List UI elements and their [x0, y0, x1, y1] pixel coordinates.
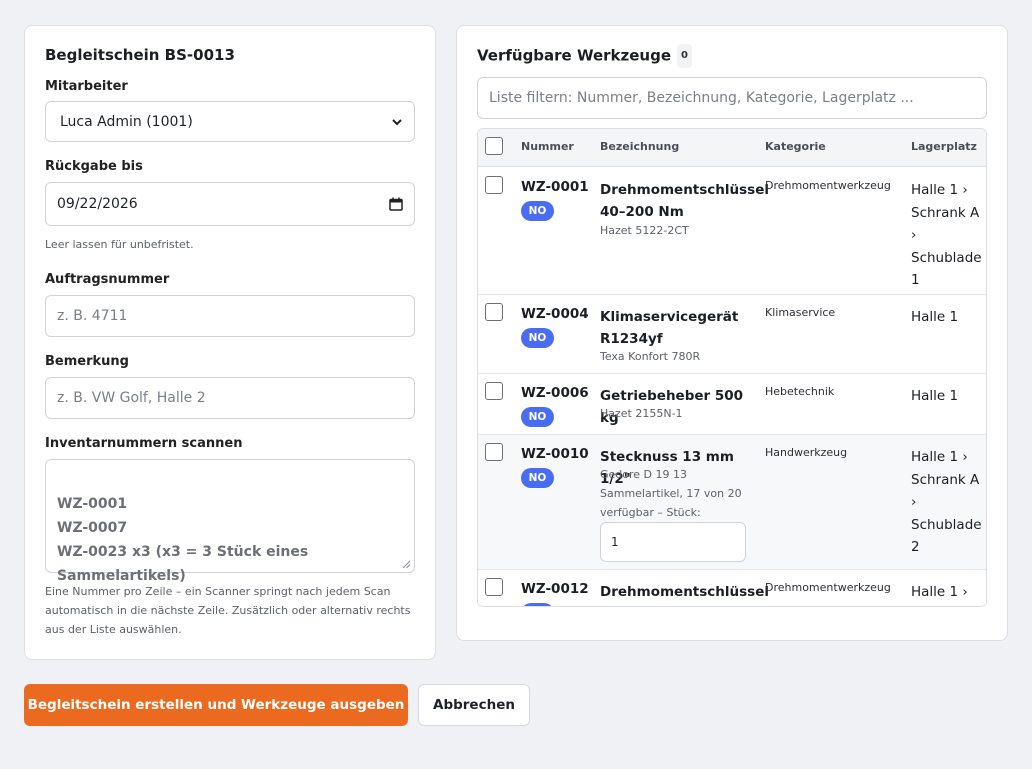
status-badge: NO	[521, 468, 554, 488]
auftrag-placeholder: z. B. 4711	[57, 308, 128, 324]
submit-button[interactable]: Begleitschein erstellen und Werkzeuge au…	[24, 684, 408, 726]
scan-hint: Eine Nummer pro Zeile – ein Scanner spri…	[45, 585, 411, 636]
rueckgabe-date-input[interactable]: 09/22/2026	[45, 182, 415, 226]
bemerkung-placeholder: z. B. VW Golf, Halle 2	[57, 390, 206, 406]
table-row[interactable]: WZ-0006 NO Getriebeheber 500 kg Hazet 21…	[478, 374, 986, 435]
quantity-value: 1	[611, 535, 619, 549]
table-row[interactable]: WZ-0012 NO Drehmomentschlüssel 5–60 Nm D…	[478, 570, 986, 606]
mitarbeiter-label: Mitarbeiter	[45, 79, 128, 94]
row-subtitle: Gedore D 19 13	[600, 468, 688, 481]
row-sammel-info: Sammelartikel, 17 von 20 verfügbar – Stü…	[600, 487, 742, 519]
calendar-icon[interactable]	[389, 197, 403, 211]
row-lagerplatz: Halle 1	[911, 388, 959, 404]
row-bezeichnung: Drehmomentschlüssel 40–200 Nm	[600, 182, 770, 220]
resize-grip-icon[interactable]	[402, 560, 411, 569]
cancel-button[interactable]: Abbrechen	[418, 684, 530, 726]
status-badge: NO	[521, 328, 554, 348]
row-subtitle: Hazet 5122-2CT	[600, 224, 689, 237]
tools-table-header: Nummer Bezeichnung Kategorie Lagerplatz	[478, 129, 986, 167]
row-bezeichnung: Klimaservicegerät R1234yf	[600, 309, 739, 347]
row-checkbox[interactable]	[485, 303, 503, 321]
bemerkung-label: Bemerkung	[45, 354, 129, 369]
row-nummer: WZ-0012	[521, 581, 589, 597]
rueckgabe-hint: Leer lassen für unbefristet.	[45, 238, 194, 251]
mitarbeiter-select[interactable]: Luca Admin (1001)	[45, 101, 415, 142]
row-nummer: WZ-0006	[521, 385, 589, 401]
table-row[interactable]: WZ-0010 NO Stecknuss 13 mm 1/2" Gedore D…	[478, 435, 986, 570]
quantity-input[interactable]: 1	[600, 522, 746, 562]
row-lagerplatz: Halle 1	[911, 309, 959, 325]
auftrag-label: Auftragsnummer	[45, 272, 170, 287]
tools-title-text: Verfügbare Werkzeuge	[477, 46, 672, 65]
status-badge: NO	[521, 603, 554, 606]
chevron-down-icon	[392, 118, 402, 125]
auftrag-input[interactable]: z. B. 4711	[45, 295, 415, 337]
row-checkbox[interactable]	[485, 578, 503, 596]
row-lagerplatz: Halle 1 › Schrank A › Schublade 2	[911, 449, 982, 555]
row-nummer: WZ-0010	[521, 446, 589, 462]
select-all-checkbox[interactable]	[485, 137, 503, 155]
bemerkung-input[interactable]: z. B. VW Golf, Halle 2	[45, 377, 415, 419]
tools-count-badge: 0	[677, 44, 692, 68]
rueckgabe-label: Rückgabe bis	[45, 159, 143, 174]
status-badge: NO	[521, 201, 554, 221]
row-subtitle: Hazet 2155N-1	[600, 407, 683, 420]
row-checkbox[interactable]	[485, 443, 503, 461]
row-kategorie: Hebetechnik	[765, 385, 835, 398]
tools-card: Verfügbare Werkzeuge 0 Liste filtern: Num…	[456, 25, 1008, 641]
row-kategorie: Klimaservice	[765, 306, 836, 319]
table-row[interactable]: WZ-0001 NO Drehmomentschlüssel 40–200 Nm…	[478, 168, 986, 295]
scan-placeholder: WZ-0001 WZ-0007 WZ-0023 x3 (x3 = 3 Stück…	[57, 496, 309, 584]
column-header-lagerplatz[interactable]: Lagerplatz	[911, 140, 977, 153]
scan-textarea[interactable]: WZ-0001 WZ-0007 WZ-0023 x3 (x3 = 3 Stück…	[45, 459, 415, 584]
form-title: Begleitschein BS-0013	[45, 46, 235, 64]
column-header-nummer[interactable]: Nummer	[521, 140, 574, 153]
begleitschein-form-card: Begleitschein BS-0013 Mitarbeiter Luca A…	[24, 25, 436, 660]
row-nummer: WZ-0001	[521, 179, 589, 195]
row-kategorie: Drehmomentwerkzeug	[765, 581, 891, 594]
table-row[interactable]: WZ-0004 NO Klimaservicegerät R1234yf Tex…	[478, 295, 986, 374]
row-bezeichnung: Drehmomentschlüssel 5–60 Nm	[600, 584, 770, 600]
tools-title: Verfügbare Werkzeuge 0	[477, 44, 692, 68]
tools-filter-placeholder: Liste filtern: Nummer, Bezeichnung, Kate…	[489, 90, 914, 106]
row-lagerplatz: Halle 1 › Schrank A	[911, 584, 968, 600]
row-kategorie: Drehmomentwerkzeug	[765, 179, 891, 192]
rueckgabe-value: 09/22/2026	[57, 196, 138, 212]
status-badge: NO	[521, 407, 554, 427]
tools-table: Nummer Bezeichnung Kategorie Lagerplatz …	[477, 128, 987, 607]
row-subtitle: Texa Konfort 780R	[600, 350, 701, 363]
row-checkbox[interactable]	[485, 176, 503, 194]
row-lagerplatz: Halle 1 › Schrank A › Schublade 1	[911, 182, 982, 288]
column-header-kategorie[interactable]: Kategorie	[765, 140, 826, 153]
mitarbeiter-value: Luca Admin (1001)	[60, 113, 193, 130]
scan-label: Inventarnummern scannen	[45, 436, 243, 451]
tools-filter-input[interactable]: Liste filtern: Nummer, Bezeichnung, Kate…	[477, 77, 987, 119]
row-kategorie: Handwerkzeug	[765, 446, 848, 459]
row-checkbox[interactable]	[485, 382, 503, 400]
column-header-bezeichnung[interactable]: Bezeichnung	[600, 140, 679, 153]
row-nummer: WZ-0004	[521, 306, 589, 322]
